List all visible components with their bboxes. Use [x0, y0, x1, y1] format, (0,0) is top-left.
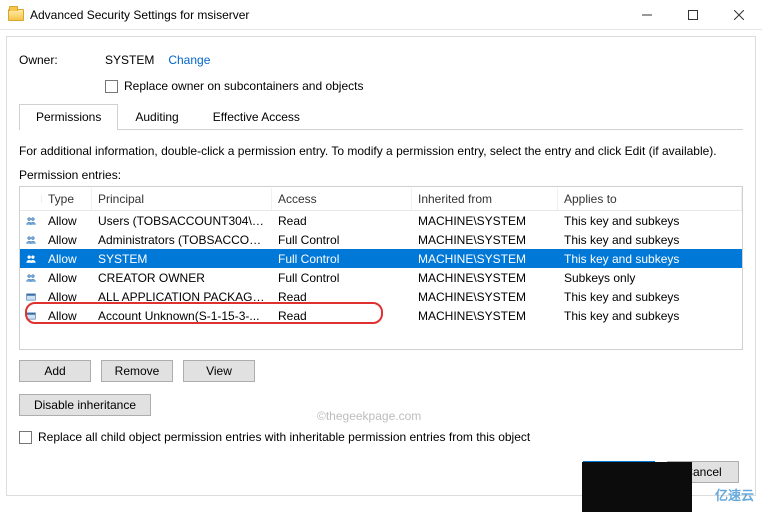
- cell-principal: Administrators (TOBSACCOU...: [92, 232, 272, 248]
- cell-inherited: MACHINE\SYSTEM: [412, 232, 558, 248]
- minimize-button[interactable]: [624, 0, 670, 30]
- titlebar: Advanced Security Settings for msiserver: [0, 0, 762, 30]
- tabstrip: Permissions Auditing Effective Access: [19, 103, 743, 130]
- col-type[interactable]: Type: [42, 188, 92, 210]
- col-principal[interactable]: Principal: [92, 188, 272, 210]
- tab-auditing[interactable]: Auditing: [118, 104, 195, 130]
- cell-applies: This key and subkeys: [558, 213, 742, 229]
- cell-applies: Subkeys only: [558, 270, 742, 286]
- cell-access: Full Control: [272, 270, 412, 286]
- principal-icon: [20, 270, 42, 286]
- change-owner-link[interactable]: Change: [168, 53, 210, 67]
- brand-watermark: 亿速云: [715, 485, 754, 504]
- brand-shadow: [582, 462, 692, 512]
- replace-all-label: Replace all child object permission entr…: [38, 430, 530, 444]
- table-row[interactable]: AllowAdministrators (TOBSACCOU...Full Co…: [20, 230, 742, 249]
- cell-principal: Account Unknown(S-1-15-3-...: [92, 308, 272, 324]
- principal-icon: [20, 308, 42, 324]
- owner-label: Owner:: [19, 53, 105, 67]
- cell-inherited: MACHINE\SYSTEM: [412, 289, 558, 305]
- grid-header: Type Principal Access Inherited from App…: [20, 187, 742, 211]
- cell-type: Allow: [42, 213, 92, 229]
- col-access[interactable]: Access: [272, 188, 412, 210]
- principal-icon: [20, 213, 42, 229]
- cell-type: Allow: [42, 270, 92, 286]
- table-row[interactable]: AllowUsers (TOBSACCOUNT304\Us...ReadMACH…: [20, 211, 742, 230]
- cell-inherited: MACHINE\SYSTEM: [412, 270, 558, 286]
- table-row[interactable]: AllowAccount Unknown(S-1-15-3-...ReadMAC…: [20, 306, 742, 325]
- view-button[interactable]: View: [183, 360, 255, 382]
- cell-principal: CREATOR OWNER: [92, 270, 272, 286]
- folder-icon: [8, 9, 24, 21]
- tab-effective-access[interactable]: Effective Access: [196, 104, 317, 130]
- maximize-button[interactable]: [670, 0, 716, 30]
- cell-access: Read: [272, 289, 412, 305]
- cell-applies: This key and subkeys: [558, 289, 742, 305]
- remove-button[interactable]: Remove: [101, 360, 173, 382]
- replace-owner-checkbox[interactable]: [105, 80, 118, 93]
- entries-label: Permission entries:: [19, 168, 743, 182]
- permissions-grid: Type Principal Access Inherited from App…: [19, 186, 743, 350]
- principal-icon: [20, 251, 42, 267]
- cell-type: Allow: [42, 289, 92, 305]
- cell-principal: SYSTEM: [92, 251, 272, 267]
- table-row[interactable]: AllowSYSTEMFull ControlMACHINE\SYSTEMThi…: [20, 249, 742, 268]
- tab-permissions[interactable]: Permissions: [19, 104, 118, 130]
- cell-applies: This key and subkeys: [558, 251, 742, 267]
- cell-type: Allow: [42, 251, 92, 267]
- cell-inherited: MACHINE\SYSTEM: [412, 251, 558, 267]
- cell-type: Allow: [42, 232, 92, 248]
- cell-access: Full Control: [272, 232, 412, 248]
- close-button[interactable]: [716, 0, 762, 30]
- cell-principal: Users (TOBSACCOUNT304\Us...: [92, 213, 272, 229]
- cell-access: Full Control: [272, 251, 412, 267]
- cell-applies: This key and subkeys: [558, 232, 742, 248]
- info-text: For additional information, double-click…: [19, 144, 743, 158]
- add-button[interactable]: Add: [19, 360, 91, 382]
- entry-buttons: Add Remove View: [19, 360, 743, 382]
- replace-owner-row: Replace owner on subcontainers and objec…: [105, 79, 743, 93]
- replace-all-row: Replace all child object permission entr…: [19, 430, 743, 444]
- replace-all-checkbox[interactable]: [19, 431, 32, 444]
- cell-access: Read: [272, 308, 412, 324]
- cell-type: Allow: [42, 308, 92, 324]
- owner-value: SYSTEM: [105, 53, 154, 67]
- dialog-body: Owner: SYSTEM Change Replace owner on su…: [6, 36, 756, 496]
- col-inherited[interactable]: Inherited from: [412, 188, 558, 210]
- principal-icon: [20, 289, 42, 305]
- col-applies[interactable]: Applies to: [558, 188, 742, 210]
- principal-icon: [20, 232, 42, 248]
- cell-inherited: MACHINE\SYSTEM: [412, 308, 558, 324]
- cell-principal: ALL APPLICATION PACKAGES: [92, 289, 272, 305]
- cell-inherited: MACHINE\SYSTEM: [412, 213, 558, 229]
- table-row[interactable]: AllowALL APPLICATION PACKAGESReadMACHINE…: [20, 287, 742, 306]
- disable-inheritance-button[interactable]: Disable inheritance: [19, 394, 151, 416]
- cell-access: Read: [272, 213, 412, 229]
- window-title: Advanced Security Settings for msiserver: [30, 8, 249, 22]
- table-row[interactable]: AllowCREATOR OWNERFull ControlMACHINE\SY…: [20, 268, 742, 287]
- cell-applies: This key and subkeys: [558, 308, 742, 324]
- owner-row: Owner: SYSTEM Change: [19, 49, 743, 71]
- replace-owner-label: Replace owner on subcontainers and objec…: [124, 79, 363, 93]
